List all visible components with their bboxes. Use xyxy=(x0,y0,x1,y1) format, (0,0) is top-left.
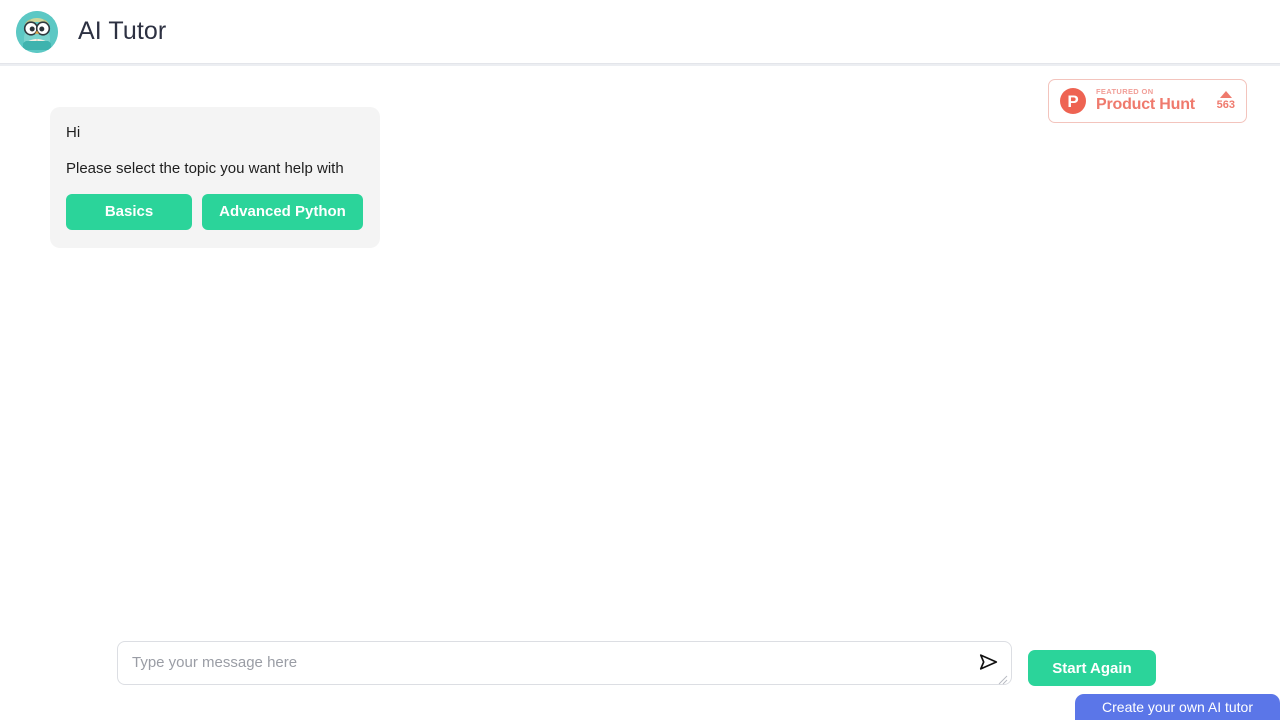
resize-grip-icon[interactable] xyxy=(998,672,1008,685)
bot-message-card: Hi Please select the topic you want help… xyxy=(50,107,380,248)
chat-transcript: Hi Please select the topic you want help… xyxy=(0,66,1280,626)
topic-option-row: Basics Advanced Python xyxy=(66,193,364,230)
create-your-own-tutor-tab[interactable]: Create your own AI tutor xyxy=(1075,694,1280,720)
bot-prompt: Please select the topic you want help wi… xyxy=(66,160,344,178)
topic-button-advanced-python[interactable]: Advanced Python xyxy=(202,193,363,230)
bot-greeting: Hi xyxy=(66,124,81,141)
app-header: AI Tutor xyxy=(0,0,1280,63)
send-paper-plane-icon xyxy=(978,651,1000,676)
message-input[interactable] xyxy=(118,642,967,684)
start-again-button[interactable]: Start Again xyxy=(1028,650,1156,686)
topic-button-basics[interactable]: Basics xyxy=(66,193,192,230)
page-title: AI Tutor xyxy=(78,17,167,45)
message-composer xyxy=(117,641,1012,685)
owl-avatar-icon xyxy=(16,10,58,53)
